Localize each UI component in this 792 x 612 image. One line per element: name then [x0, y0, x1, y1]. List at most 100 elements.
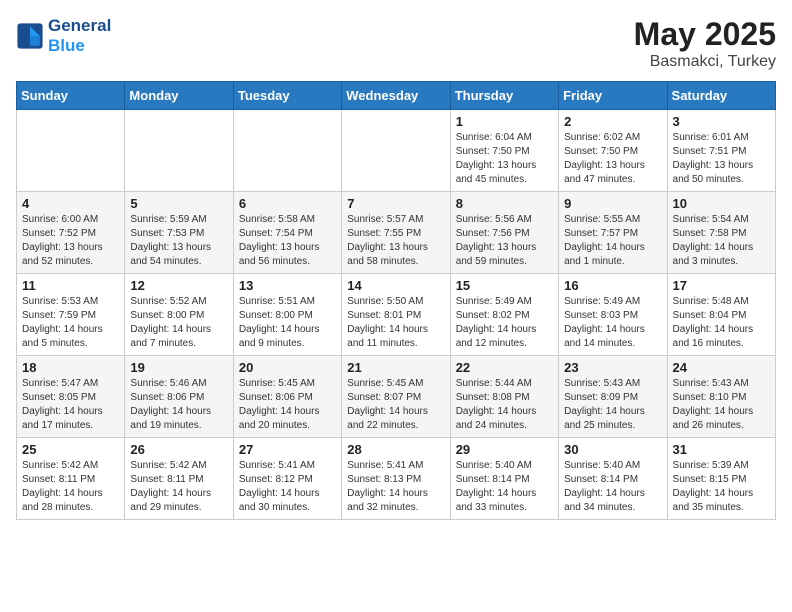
- day-number: 7: [347, 196, 444, 211]
- day-number: 26: [130, 442, 227, 457]
- day-info: Sunrise: 5:56 AM Sunset: 7:56 PM Dayligh…: [456, 213, 553, 269]
- day-cell: 15 Sunrise: 5:49 AM Sunset: 8:02 PM Dayli…: [450, 274, 558, 356]
- day-info: Sunrise: 5:46 AM Sunset: 8:06 PM Dayligh…: [130, 377, 227, 433]
- day-cell: 2Sunrise: 6:02 AM Sunset: 7:50 PM Daylig…: [559, 110, 667, 192]
- day-cell: 28Sunrise: 5:41 AM Sunset: 8:13 PM Dayli…: [342, 438, 450, 520]
- day-cell: [233, 110, 341, 192]
- day-cell: 1Sunrise: 6:04 AM Sunset: 7:50 PM Daylig…: [450, 110, 558, 192]
- day-info: Sunrise: 5:41 AM Sunset: 8:13 PM Dayligh…: [347, 459, 444, 515]
- day-info: Sunrise: 5:43 AM Sunset: 8:10 PM Dayligh…: [673, 377, 770, 433]
- day-cell: 17 Sunrise: 5:48 AM Sunset: 8:04 PM Dayli…: [667, 274, 775, 356]
- day-number: 17: [673, 278, 770, 293]
- day-number: 18: [22, 360, 119, 375]
- day-info: Sunrise: 5:42 AM Sunset: 8:11 PM Dayligh…: [130, 459, 227, 515]
- weekday-header-monday: Monday: [125, 82, 233, 110]
- day-cell: 9Sunrise: 5:55 AM Sunset: 7:57 PM Daylig…: [559, 192, 667, 274]
- day-cell: 25 Sunrise: 5:42 AM Sunset: 8:11 PM Dayli…: [17, 438, 125, 520]
- day-number: 5: [130, 196, 227, 211]
- day-info: Sunrise: 5:50 AM Sunset: 8:01 PM Dayligh…: [347, 295, 444, 351]
- day-info: Sunrise: 5:48 AM Sunset: 8:04 PM Dayligh…: [673, 295, 770, 351]
- day-info: Sunrise: 5:45 AM Sunset: 8:07 PM Dayligh…: [347, 377, 444, 433]
- day-info: Sunrise: 5:49 AM Sunset: 8:03 PM Dayligh…: [564, 295, 661, 351]
- weekday-header-sunday: Sunday: [17, 82, 125, 110]
- weekday-header-saturday: Saturday: [667, 82, 775, 110]
- day-number: 25: [22, 442, 119, 457]
- logo: General Blue: [16, 16, 111, 56]
- day-number: 12: [130, 278, 227, 293]
- day-info: Sunrise: 5:49 AM Sunset: 8:02 PM Dayligh…: [456, 295, 553, 351]
- day-cell: 4 Sunrise: 6:00 AM Sunset: 7:52 PM Daylig…: [17, 192, 125, 274]
- week-row-4: 18Sunrise: 5:47 AM Sunset: 8:05 PM Dayli…: [17, 356, 776, 438]
- day-cell: 8 Sunrise: 5:56 AM Sunset: 7:56 PM Daylig…: [450, 192, 558, 274]
- day-info: Sunrise: 5:57 AM Sunset: 7:55 PM Dayligh…: [347, 213, 444, 269]
- weekday-header-tuesday: Tuesday: [233, 82, 341, 110]
- day-info: Sunrise: 5:43 AM Sunset: 8:09 PM Dayligh…: [564, 377, 661, 433]
- day-cell: 7 Sunrise: 5:57 AM Sunset: 7:55 PM Daylig…: [342, 192, 450, 274]
- day-cell: 20Sunrise: 5:45 AM Sunset: 8:06 PM Dayli…: [233, 356, 341, 438]
- day-info: Sunrise: 5:41 AM Sunset: 8:12 PM Dayligh…: [239, 459, 336, 515]
- day-number: 30: [564, 442, 661, 457]
- day-number: 6: [239, 196, 336, 211]
- day-info: Sunrise: 6:01 AM Sunset: 7:51 PM Dayligh…: [673, 131, 770, 187]
- day-number: 8: [456, 196, 553, 211]
- day-info: Sunrise: 6:00 AM Sunset: 7:52 PM Dayligh…: [22, 213, 119, 269]
- day-number: 22: [456, 360, 553, 375]
- day-info: Sunrise: 5:42 AM Sunset: 8:11 PM Dayligh…: [22, 459, 119, 515]
- day-info: Sunrise: 5:53 AM Sunset: 7:59 PM Dayligh…: [22, 295, 119, 351]
- day-cell: 18Sunrise: 5:47 AM Sunset: 8:05 PM Dayli…: [17, 356, 125, 438]
- day-info: Sunrise: 6:04 AM Sunset: 7:50 PM Dayligh…: [456, 131, 553, 187]
- day-number: 31: [673, 442, 770, 457]
- day-cell: 26 Sunrise: 5:42 AM Sunset: 8:11 PM Dayli…: [125, 438, 233, 520]
- day-cell: [125, 110, 233, 192]
- day-number: 23: [564, 360, 661, 375]
- day-info: Sunrise: 5:39 AM Sunset: 8:15 PM Dayligh…: [673, 459, 770, 515]
- day-number: 15: [456, 278, 553, 293]
- day-info: Sunrise: 5:59 AM Sunset: 7:53 PM Dayligh…: [130, 213, 227, 269]
- logo-icon: [16, 22, 44, 50]
- day-cell: 13Sunrise: 5:51 AM Sunset: 8:00 PM Dayli…: [233, 274, 341, 356]
- day-number: 11: [22, 278, 119, 293]
- week-row-5: 25 Sunrise: 5:42 AM Sunset: 8:11 PM Dayli…: [17, 438, 776, 520]
- day-cell: 5 Sunrise: 5:59 AM Sunset: 7:53 PM Daylig…: [125, 192, 233, 274]
- day-number: 27: [239, 442, 336, 457]
- day-info: Sunrise: 5:40 AM Sunset: 8:14 PM Dayligh…: [456, 459, 553, 515]
- week-row-3: 11 Sunrise: 5:53 AM Sunset: 7:59 PM Dayli…: [17, 274, 776, 356]
- week-row-2: 4 Sunrise: 6:00 AM Sunset: 7:52 PM Daylig…: [17, 192, 776, 274]
- day-cell: 6 Sunrise: 5:58 AM Sunset: 7:54 PM Daylig…: [233, 192, 341, 274]
- day-number: 13: [239, 278, 336, 293]
- day-number: 29: [456, 442, 553, 457]
- day-info: Sunrise: 5:55 AM Sunset: 7:57 PM Dayligh…: [564, 213, 661, 269]
- day-info: Sunrise: 5:54 AM Sunset: 7:58 PM Dayligh…: [673, 213, 770, 269]
- day-number: 4: [22, 196, 119, 211]
- weekday-header-row: SundayMondayTuesdayWednesdayThursdayFrid…: [17, 82, 776, 110]
- day-number: 24: [673, 360, 770, 375]
- month-title: May 2025: [634, 16, 776, 53]
- day-info: Sunrise: 5:58 AM Sunset: 7:54 PM Dayligh…: [239, 213, 336, 269]
- title-block: May 2025 Basmakci, Turkey: [634, 16, 776, 71]
- day-number: 2: [564, 114, 661, 129]
- page-header: General Blue May 2025 Basmakci, Turkey: [16, 16, 776, 71]
- day-info: Sunrise: 5:44 AM Sunset: 8:08 PM Dayligh…: [456, 377, 553, 433]
- day-cell: 3 Sunrise: 6:01 AM Sunset: 7:51 PM Daylig…: [667, 110, 775, 192]
- day-cell: 31 Sunrise: 5:39 AM Sunset: 8:15 PM Dayli…: [667, 438, 775, 520]
- day-number: 21: [347, 360, 444, 375]
- day-cell: [17, 110, 125, 192]
- day-cell: 19 Sunrise: 5:46 AM Sunset: 8:06 PM Dayli…: [125, 356, 233, 438]
- day-cell: 12Sunrise: 5:52 AM Sunset: 8:00 PM Dayli…: [125, 274, 233, 356]
- logo-text: General Blue: [48, 16, 111, 56]
- day-cell: 11 Sunrise: 5:53 AM Sunset: 7:59 PM Dayli…: [17, 274, 125, 356]
- week-row-1: 1Sunrise: 6:04 AM Sunset: 7:50 PM Daylig…: [17, 110, 776, 192]
- day-number: 16: [564, 278, 661, 293]
- day-cell: 23 Sunrise: 5:43 AM Sunset: 8:09 PM Dayli…: [559, 356, 667, 438]
- day-number: 14: [347, 278, 444, 293]
- weekday-header-thursday: Thursday: [450, 82, 558, 110]
- day-number: 3: [673, 114, 770, 129]
- day-cell: 21 Sunrise: 5:45 AM Sunset: 8:07 PM Dayli…: [342, 356, 450, 438]
- day-number: 19: [130, 360, 227, 375]
- day-cell: 24 Sunrise: 5:43 AM Sunset: 8:10 PM Dayli…: [667, 356, 775, 438]
- day-cell: 27 Sunrise: 5:41 AM Sunset: 8:12 PM Dayli…: [233, 438, 341, 520]
- day-info: Sunrise: 5:40 AM Sunset: 8:14 PM Dayligh…: [564, 459, 661, 515]
- weekday-header-wednesday: Wednesday: [342, 82, 450, 110]
- calendar: SundayMondayTuesdayWednesdayThursdayFrid…: [16, 81, 776, 520]
- day-cell: 22 Sunrise: 5:44 AM Sunset: 8:08 PM Dayli…: [450, 356, 558, 438]
